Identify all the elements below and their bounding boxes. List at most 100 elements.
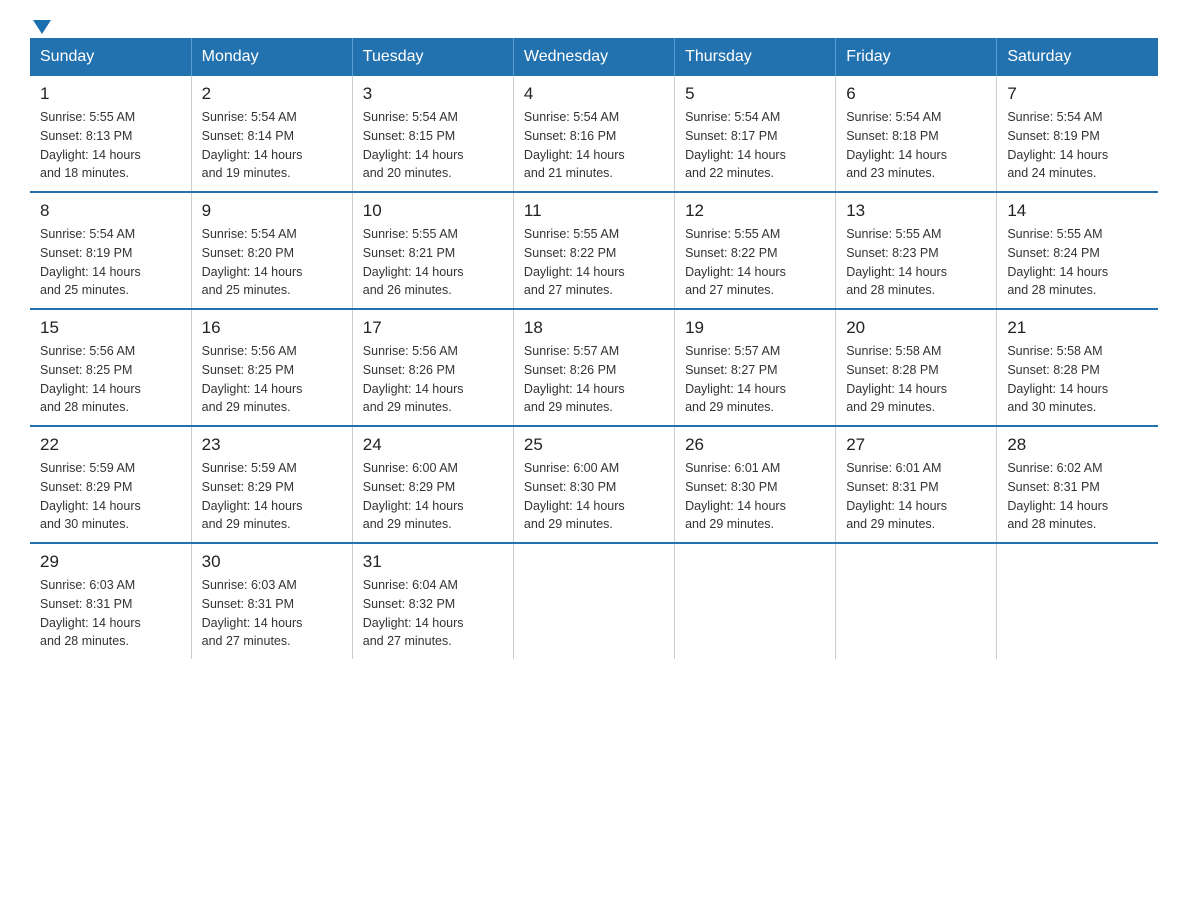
calendar-cell: 13 Sunrise: 5:55 AMSunset: 8:23 PMDaylig… (836, 192, 997, 309)
calendar-cell: 15 Sunrise: 5:56 AMSunset: 8:25 PMDaylig… (30, 309, 191, 426)
day-number: 20 (846, 318, 986, 338)
day-number: 19 (685, 318, 825, 338)
calendar-cell: 3 Sunrise: 5:54 AMSunset: 8:15 PMDayligh… (352, 76, 513, 192)
day-info: Sunrise: 5:55 AMSunset: 8:13 PMDaylight:… (40, 108, 181, 183)
logo (30, 20, 51, 28)
day-info: Sunrise: 6:03 AMSunset: 8:31 PMDaylight:… (202, 576, 342, 651)
calendar-cell (675, 543, 836, 659)
day-number: 25 (524, 435, 664, 455)
calendar-cell: 2 Sunrise: 5:54 AMSunset: 8:14 PMDayligh… (191, 76, 352, 192)
day-info: Sunrise: 5:54 AMSunset: 8:19 PMDaylight:… (1007, 108, 1148, 183)
header-day-friday: Friday (836, 38, 997, 76)
day-number: 16 (202, 318, 342, 338)
calendar-cell: 12 Sunrise: 5:55 AMSunset: 8:22 PMDaylig… (675, 192, 836, 309)
calendar-cell: 8 Sunrise: 5:54 AMSunset: 8:19 PMDayligh… (30, 192, 191, 309)
calendar-cell: 26 Sunrise: 6:01 AMSunset: 8:30 PMDaylig… (675, 426, 836, 543)
calendar-table: SundayMondayTuesdayWednesdayThursdayFrid… (30, 38, 1158, 659)
day-info: Sunrise: 5:54 AMSunset: 8:16 PMDaylight:… (524, 108, 664, 183)
day-info: Sunrise: 5:54 AMSunset: 8:18 PMDaylight:… (846, 108, 986, 183)
page-header (30, 20, 1158, 28)
day-info: Sunrise: 5:54 AMSunset: 8:15 PMDaylight:… (363, 108, 503, 183)
week-row-2: 8 Sunrise: 5:54 AMSunset: 8:19 PMDayligh… (30, 192, 1158, 309)
day-number: 27 (846, 435, 986, 455)
day-number: 23 (202, 435, 342, 455)
week-row-5: 29 Sunrise: 6:03 AMSunset: 8:31 PMDaylig… (30, 543, 1158, 659)
day-number: 15 (40, 318, 181, 338)
header-row: SundayMondayTuesdayWednesdayThursdayFrid… (30, 38, 1158, 76)
day-number: 21 (1007, 318, 1148, 338)
calendar-cell: 9 Sunrise: 5:54 AMSunset: 8:20 PMDayligh… (191, 192, 352, 309)
day-number: 17 (363, 318, 503, 338)
calendar-cell: 11 Sunrise: 5:55 AMSunset: 8:22 PMDaylig… (513, 192, 674, 309)
day-info: Sunrise: 5:57 AMSunset: 8:26 PMDaylight:… (524, 342, 664, 417)
week-row-3: 15 Sunrise: 5:56 AMSunset: 8:25 PMDaylig… (30, 309, 1158, 426)
week-row-1: 1 Sunrise: 5:55 AMSunset: 8:13 PMDayligh… (30, 76, 1158, 192)
calendar-cell: 14 Sunrise: 5:55 AMSunset: 8:24 PMDaylig… (997, 192, 1158, 309)
calendar-cell: 20 Sunrise: 5:58 AMSunset: 8:28 PMDaylig… (836, 309, 997, 426)
calendar-cell: 29 Sunrise: 6:03 AMSunset: 8:31 PMDaylig… (30, 543, 191, 659)
day-info: Sunrise: 5:58 AMSunset: 8:28 PMDaylight:… (846, 342, 986, 417)
calendar-cell: 27 Sunrise: 6:01 AMSunset: 8:31 PMDaylig… (836, 426, 997, 543)
calendar-cell: 23 Sunrise: 5:59 AMSunset: 8:29 PMDaylig… (191, 426, 352, 543)
header-day-tuesday: Tuesday (352, 38, 513, 76)
day-info: Sunrise: 5:55 AMSunset: 8:22 PMDaylight:… (685, 225, 825, 300)
calendar-cell: 17 Sunrise: 5:56 AMSunset: 8:26 PMDaylig… (352, 309, 513, 426)
day-info: Sunrise: 5:54 AMSunset: 8:19 PMDaylight:… (40, 225, 181, 300)
day-number: 1 (40, 84, 181, 104)
day-number: 18 (524, 318, 664, 338)
header-day-sunday: Sunday (30, 38, 191, 76)
day-number: 4 (524, 84, 664, 104)
day-number: 9 (202, 201, 342, 221)
day-number: 24 (363, 435, 503, 455)
day-info: Sunrise: 5:57 AMSunset: 8:27 PMDaylight:… (685, 342, 825, 417)
day-info: Sunrise: 5:54 AMSunset: 8:14 PMDaylight:… (202, 108, 342, 183)
day-info: Sunrise: 6:02 AMSunset: 8:31 PMDaylight:… (1007, 459, 1148, 534)
day-info: Sunrise: 5:56 AMSunset: 8:26 PMDaylight:… (363, 342, 503, 417)
day-info: Sunrise: 6:04 AMSunset: 8:32 PMDaylight:… (363, 576, 503, 651)
day-number: 5 (685, 84, 825, 104)
calendar-cell: 25 Sunrise: 6:00 AMSunset: 8:30 PMDaylig… (513, 426, 674, 543)
day-info: Sunrise: 5:54 AMSunset: 8:17 PMDaylight:… (685, 108, 825, 183)
day-info: Sunrise: 6:01 AMSunset: 8:31 PMDaylight:… (846, 459, 986, 534)
calendar-cell: 21 Sunrise: 5:58 AMSunset: 8:28 PMDaylig… (997, 309, 1158, 426)
calendar-cell: 6 Sunrise: 5:54 AMSunset: 8:18 PMDayligh… (836, 76, 997, 192)
calendar-cell: 22 Sunrise: 5:59 AMSunset: 8:29 PMDaylig… (30, 426, 191, 543)
day-number: 10 (363, 201, 503, 221)
day-info: Sunrise: 6:00 AMSunset: 8:29 PMDaylight:… (363, 459, 503, 534)
calendar-cell: 4 Sunrise: 5:54 AMSunset: 8:16 PMDayligh… (513, 76, 674, 192)
day-number: 8 (40, 201, 181, 221)
day-number: 28 (1007, 435, 1148, 455)
day-info: Sunrise: 5:55 AMSunset: 8:22 PMDaylight:… (524, 225, 664, 300)
day-number: 6 (846, 84, 986, 104)
calendar-cell: 28 Sunrise: 6:02 AMSunset: 8:31 PMDaylig… (997, 426, 1158, 543)
calendar-cell: 30 Sunrise: 6:03 AMSunset: 8:31 PMDaylig… (191, 543, 352, 659)
calendar-header: SundayMondayTuesdayWednesdayThursdayFrid… (30, 38, 1158, 76)
logo-triangle-icon (33, 20, 51, 34)
day-info: Sunrise: 5:59 AMSunset: 8:29 PMDaylight:… (202, 459, 342, 534)
week-row-4: 22 Sunrise: 5:59 AMSunset: 8:29 PMDaylig… (30, 426, 1158, 543)
calendar-cell: 18 Sunrise: 5:57 AMSunset: 8:26 PMDaylig… (513, 309, 674, 426)
calendar-body: 1 Sunrise: 5:55 AMSunset: 8:13 PMDayligh… (30, 76, 1158, 659)
day-info: Sunrise: 6:01 AMSunset: 8:30 PMDaylight:… (685, 459, 825, 534)
calendar-cell (513, 543, 674, 659)
calendar-cell: 24 Sunrise: 6:00 AMSunset: 8:29 PMDaylig… (352, 426, 513, 543)
day-info: Sunrise: 5:59 AMSunset: 8:29 PMDaylight:… (40, 459, 181, 534)
calendar-cell: 5 Sunrise: 5:54 AMSunset: 8:17 PMDayligh… (675, 76, 836, 192)
calendar-cell: 1 Sunrise: 5:55 AMSunset: 8:13 PMDayligh… (30, 76, 191, 192)
header-day-thursday: Thursday (675, 38, 836, 76)
day-info: Sunrise: 5:55 AMSunset: 8:21 PMDaylight:… (363, 225, 503, 300)
day-info: Sunrise: 6:03 AMSunset: 8:31 PMDaylight:… (40, 576, 181, 651)
day-number: 31 (363, 552, 503, 572)
day-number: 14 (1007, 201, 1148, 221)
calendar-cell: 10 Sunrise: 5:55 AMSunset: 8:21 PMDaylig… (352, 192, 513, 309)
day-number: 12 (685, 201, 825, 221)
day-number: 11 (524, 201, 664, 221)
day-number: 26 (685, 435, 825, 455)
day-info: Sunrise: 5:54 AMSunset: 8:20 PMDaylight:… (202, 225, 342, 300)
day-number: 22 (40, 435, 181, 455)
day-number: 3 (363, 84, 503, 104)
day-info: Sunrise: 5:56 AMSunset: 8:25 PMDaylight:… (40, 342, 181, 417)
calendar-cell (836, 543, 997, 659)
day-info: Sunrise: 5:56 AMSunset: 8:25 PMDaylight:… (202, 342, 342, 417)
day-number: 30 (202, 552, 342, 572)
